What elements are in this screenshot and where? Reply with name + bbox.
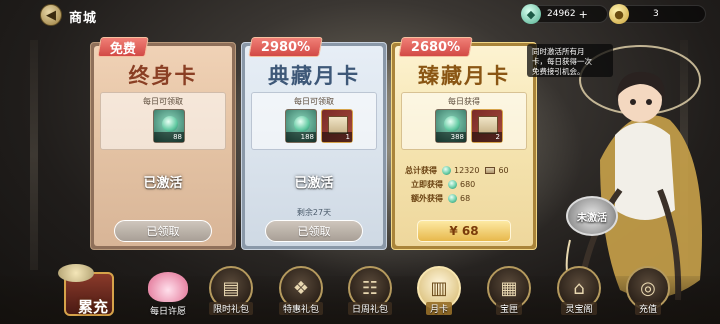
coins-pile-icon — [58, 264, 94, 282]
jade-icon — [444, 116, 460, 132]
back-arrow-icon: ◀ — [46, 7, 56, 23]
book-item[interactable]: 1 — [321, 109, 353, 143]
jade-icon: ◆ — [521, 4, 541, 24]
jade-amount: 24962 — [547, 9, 576, 19]
lotus-icon — [148, 272, 188, 302]
collector-monthly-card: 2980% 典藏月卡 每日可领取 188 1 已激活 剩余27天 已领取 — [241, 37, 387, 250]
cumulative-recharge-button[interactable]: 累充 — [58, 264, 128, 322]
background-pillar — [30, 40, 38, 270]
status-text: 已激活 — [143, 176, 183, 191]
daily-wish-label: 每日许愿 — [149, 307, 186, 317]
tab-treasure-box[interactable]: ▦ 宝匣 — [483, 266, 535, 322]
cumulative-recharge-label: 累充 — [78, 298, 109, 316]
card-panel: 典藏月卡 每日可领取 188 1 已激活 剩余27天 已领取 — [245, 46, 383, 246]
inactive-badge[interactable]: 未激活 — [566, 196, 618, 236]
book-item[interactable]: 2 — [471, 109, 503, 143]
tab-limited-gift[interactable]: ▤ 限时礼包 — [205, 266, 257, 322]
card-title: 终身卡 — [128, 64, 198, 88]
book-icon — [485, 166, 496, 174]
stat-total: 总计获得 12320 60 — [405, 165, 509, 175]
daily-reward-box: 每日可领取 88 — [100, 92, 226, 150]
buy-button[interactable]: ¥ 68 — [417, 220, 511, 242]
jade-icon — [448, 193, 457, 203]
tab-spirit-pavilion[interactable]: ⌂ 灵宝阁 — [553, 266, 605, 322]
days-remaining: 剩余27天 — [296, 208, 332, 217]
coin-icon: ● — [609, 4, 629, 24]
card-panel: 终身卡 每日可领取 88 已激活 已领取 — [94, 46, 232, 246]
add-jade-button[interactable]: + — [579, 8, 588, 21]
daily-reward-box: 每日可领取 188 1 — [251, 92, 377, 150]
back-button[interactable]: ◀ — [40, 4, 62, 26]
item-count: 2 — [472, 132, 502, 142]
status-text: 已激活 — [294, 176, 334, 191]
jade-icon — [448, 179, 457, 189]
free-tag: 免费 — [97, 37, 149, 57]
daily-wish-button[interactable]: 每日许愿 — [140, 268, 196, 322]
item-count: 388 — [436, 132, 466, 142]
card-title: 臻藏月卡 — [418, 64, 510, 88]
coin-amount: 3 — [653, 9, 659, 19]
tab-daily-weekly-gift[interactable]: ☷ 日周礼包 — [344, 266, 396, 322]
tab-monthly-card[interactable]: ▥ 月卡 — [413, 266, 465, 322]
jade-currency: ◆ 24962 + — [521, 4, 608, 24]
page-title: 商城 — [69, 11, 98, 26]
card-panel: 臻藏月卡 每日获得 388 2 总计获得 12320 60 立即获得 680 额… — [395, 46, 533, 246]
discount-tag: 2980% — [248, 37, 323, 57]
reward-label: 每日获得 — [448, 97, 480, 106]
item-count: 188 — [286, 132, 316, 142]
jade-icon — [294, 116, 310, 132]
coin-currency: ● 3 — [609, 4, 706, 24]
top-bar: ◀ 商城 ◆ 24962 + ● 3 — [0, 0, 720, 30]
claimed-button[interactable]: 已领取 — [114, 220, 212, 242]
premium-monthly-card: 2680% 臻藏月卡 每日获得 388 2 总计获得 12320 60 立即获得… — [391, 37, 537, 250]
stat-instant: 立即获得 680 — [411, 179, 476, 189]
discount-tag: 2680% — [398, 37, 473, 57]
jade-item[interactable]: 88 — [153, 109, 185, 143]
jade-icon — [442, 165, 451, 175]
card-title: 典藏月卡 — [268, 64, 360, 88]
jade-icon — [162, 116, 178, 132]
lifetime-card: 免费 终身卡 每日可领取 88 已激活 已领取 — [90, 37, 236, 250]
daily-reward-box: 每日获得 388 2 — [401, 92, 527, 150]
tab-recharge[interactable]: ◎ 充值 — [622, 266, 674, 322]
jade-item[interactable]: 188 — [285, 109, 317, 143]
reward-label: 每日可领取 — [143, 97, 183, 106]
item-count: 88 — [154, 132, 184, 142]
item-count: 1 — [322, 132, 352, 142]
claimed-button[interactable]: 已领取 — [265, 220, 363, 242]
tab-special-gift[interactable]: ❖ 特惠礼包 — [275, 266, 327, 322]
stat-extra: 额外获得 68 — [411, 193, 471, 203]
tooltip-bubble: 同时激活所有月 卡，每日获得一次 免费接引机会。 — [527, 44, 613, 77]
jade-item[interactable]: 388 — [435, 109, 467, 143]
reward-label: 每日可领取 — [294, 97, 334, 106]
